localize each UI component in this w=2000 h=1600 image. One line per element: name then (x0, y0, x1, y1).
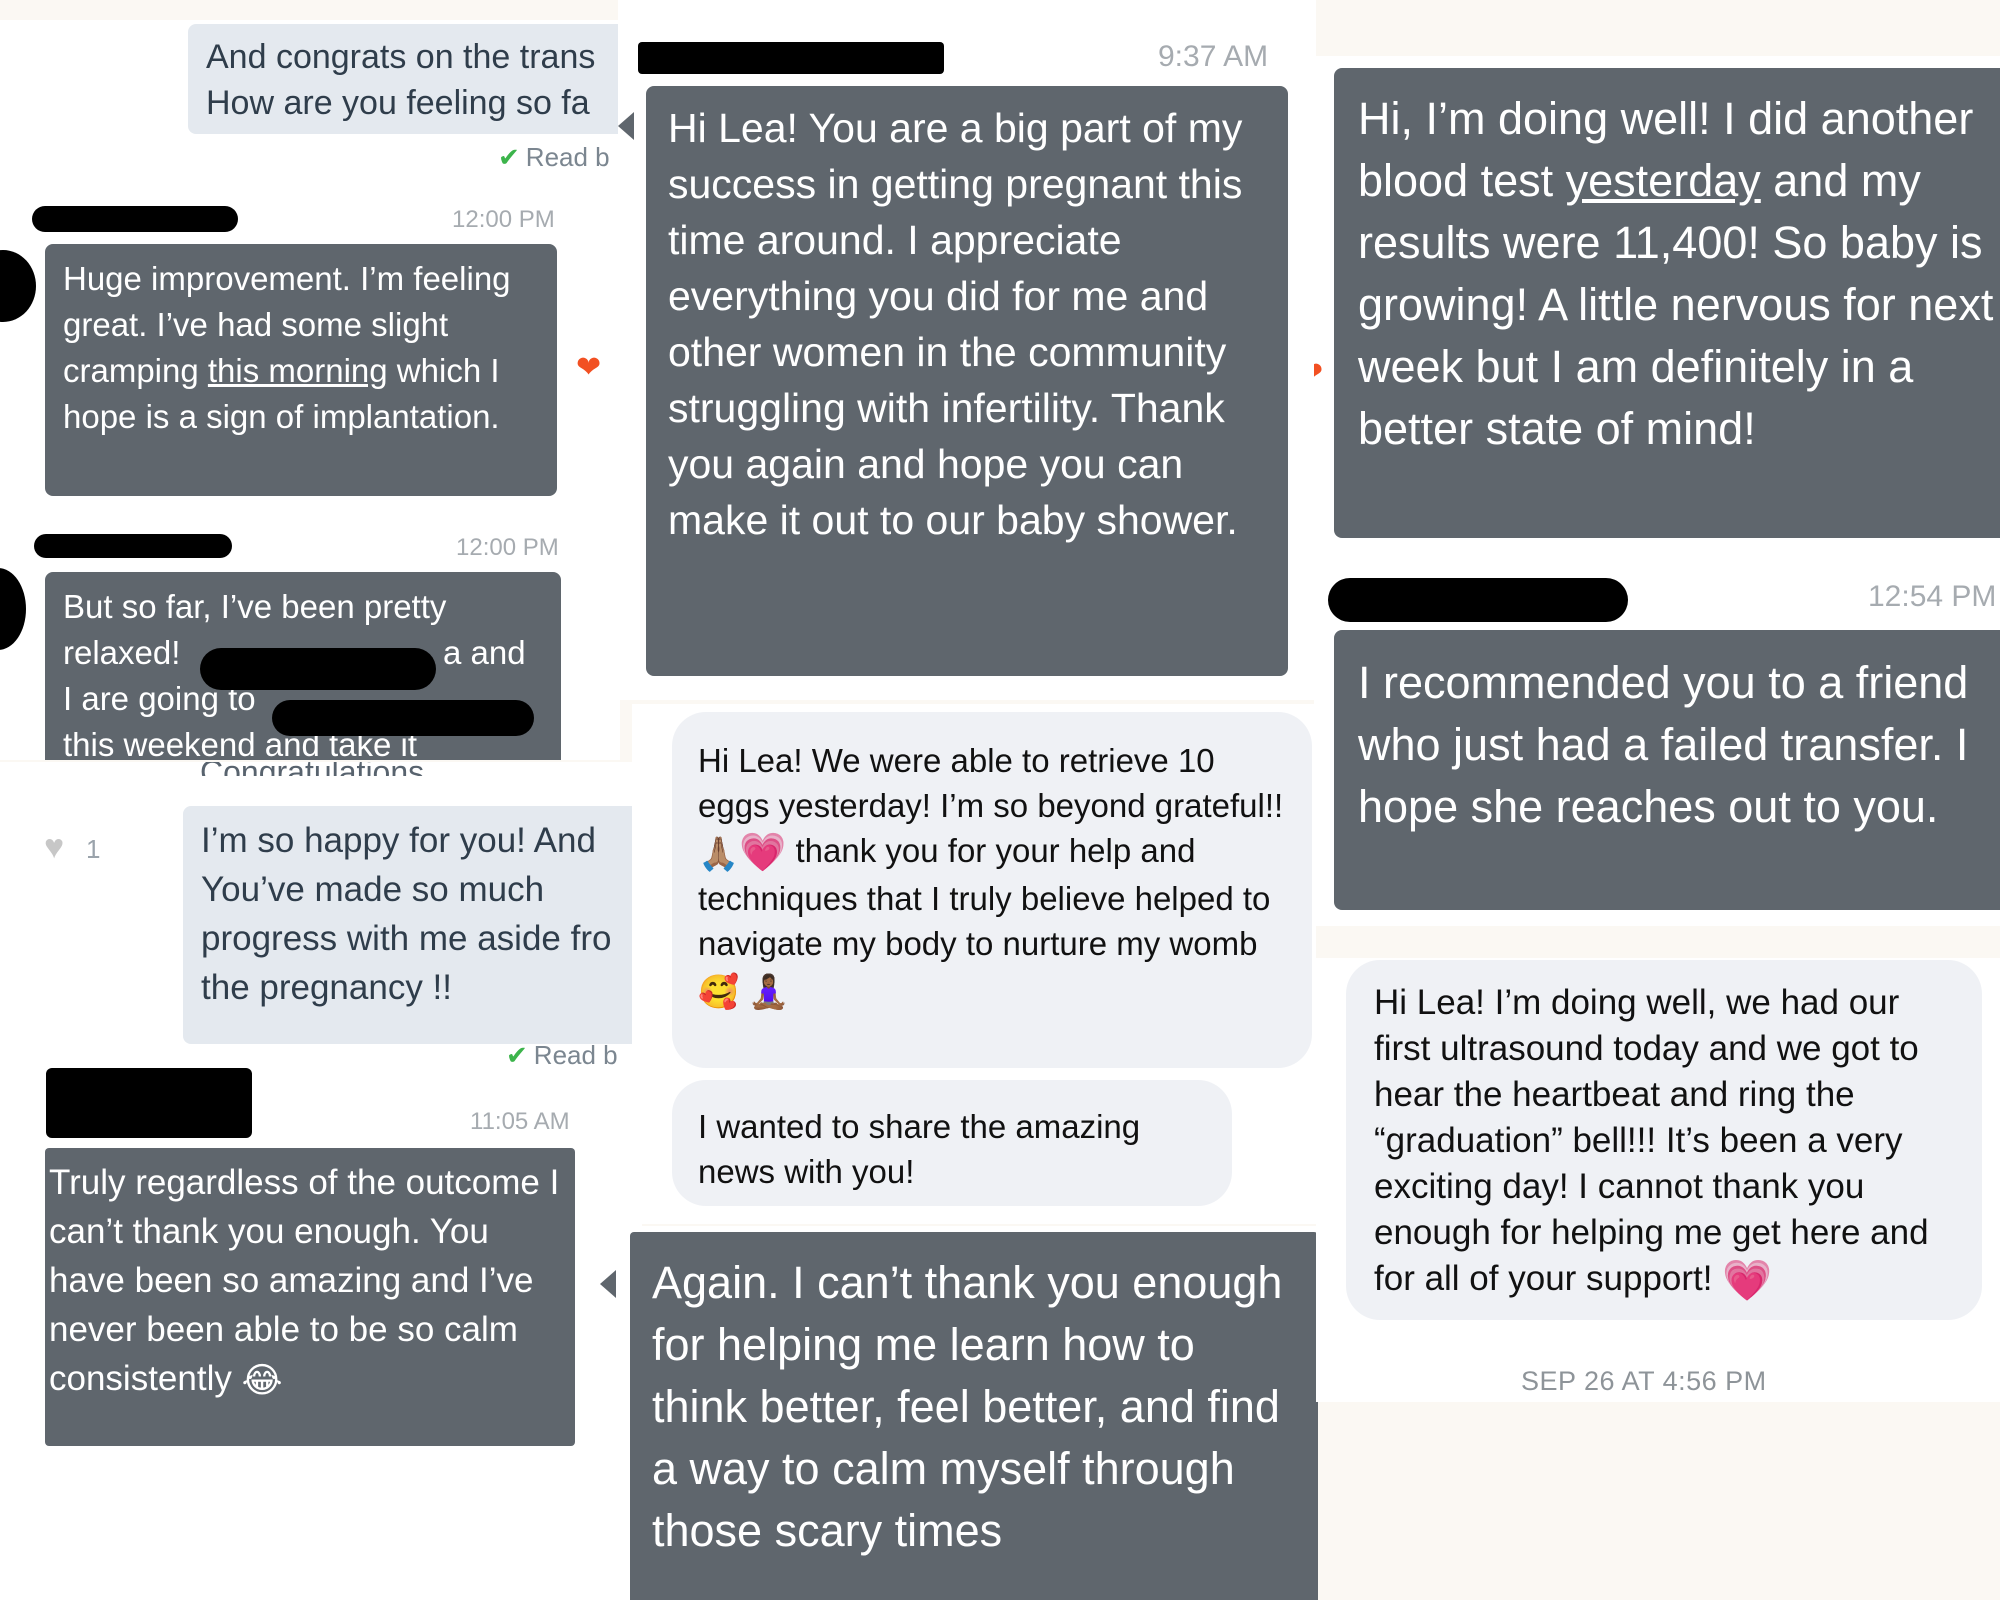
redacted-name (638, 42, 944, 74)
heart-icon[interactable]: ♥ (44, 828, 64, 867)
redacted-name (1328, 578, 1628, 622)
received-message-bubble[interactable]: Hi, I’m doing well! I did another blood … (1334, 68, 2000, 538)
screenshot-panel-5: Hi Lea! We were able to retrieve 10 eggs… (632, 704, 1316, 1224)
screenshot-panel-3: ❤ Hi, I’m doing well! I did another bloo… (1314, 56, 2000, 926)
screenshot-panel-6: Again. I can’t thank you enough for help… (596, 1226, 1318, 1600)
bubble-tail (600, 1270, 616, 1298)
message-timestamp: 12:00 PM (452, 206, 555, 233)
message-text: Again. I can’t thank you enough for help… (652, 1257, 1283, 1556)
sent-message-bubble[interactable]: And congrats on the trans How are you fe… (188, 24, 620, 134)
message-text: relaxed! (63, 634, 181, 671)
screenshot-panel-7: Hi Lea! I’m doing well, we had our first… (1316, 958, 2000, 1402)
message-text: I recommended you to a friend who just h… (1358, 657, 1969, 832)
message-timestamp: 12:00 PM (456, 534, 559, 561)
message-timestamp: 12:54 PM (1868, 580, 1997, 613)
avatar (0, 568, 26, 650)
praying-hands-emoji-icon: 🙏🏽 (698, 834, 740, 872)
redacted-name (46, 1068, 252, 1138)
heart-reaction-icon[interactable]: ❤ (576, 350, 601, 385)
message-date-stamp: SEP 26 AT 4:56 PM (1521, 1366, 1767, 1396)
bubble-tail (618, 112, 634, 140)
redacted-text (200, 648, 436, 690)
message-text-line: You’ve made so much (201, 870, 545, 909)
redacted-text (272, 700, 534, 736)
laughing-emoji-icon: 😂 (241, 1361, 283, 1401)
message-text-line: the pregnancy !! (201, 968, 452, 1007)
received-message-bubble[interactable]: Hi Lea! I’m doing well, we had our first… (1346, 960, 1982, 1320)
received-message-bubble[interactable]: I recommended you to a friend who just h… (1334, 630, 2000, 910)
screenshot-panel-2: 9:37 AM Hi Lea! You are a big part of my… (618, 0, 1316, 700)
message-text: a and (443, 634, 526, 671)
message-text-line: progress with me aside fro (201, 919, 612, 958)
message-text: Hi Lea! I’m doing well, we had our first… (1374, 983, 1929, 1298)
read-receipt: ✔ Read b (506, 1040, 618, 1071)
message-text-line: But so far, I’ve been pretty (63, 588, 447, 625)
message-text-line: I’m so happy for you! And (201, 821, 596, 860)
received-message-bubble[interactable]: Again. I can’t thank you enough for help… (630, 1232, 1318, 1600)
read-label: Read b (525, 142, 610, 172)
date-link[interactable]: yesterday (1566, 155, 1761, 206)
redacted-name (34, 534, 232, 558)
date-link[interactable]: this morning (208, 352, 388, 389)
redacted-name (32, 206, 238, 232)
message-text: I wanted to share the amazing news with … (698, 1108, 1141, 1190)
screenshot-panel-1: And congrats on the trans How are you fe… (0, 20, 620, 760)
received-message-bubble[interactable]: Hi Lea! You are a big part of my success… (646, 86, 1288, 676)
read-label: Read b (533, 1040, 618, 1070)
read-receipt: ✔ Read b (498, 142, 610, 173)
message-text: Hi Lea! We were able to retrieve 10 eggs… (698, 742, 1284, 824)
received-message-bubble[interactable]: Hi Lea! We were able to retrieve 10 eggs… (672, 712, 1312, 1068)
message-text: Hi Lea! You are a big part of my success… (668, 105, 1243, 543)
pink-heart-emoji-icon: 💗 (739, 831, 787, 874)
pink-heart-emoji-icon: 💗 (1722, 1257, 1773, 1303)
sent-message-bubble[interactable]: I’m so happy for you! And You’ve made so… (183, 806, 642, 1044)
smiling-hearts-emoji-icon: 🥰 (698, 972, 740, 1010)
received-message-bubble[interactable]: I wanted to share the amazing news with … (672, 1080, 1232, 1206)
message-text-line: And congrats on the trans (206, 38, 596, 76)
message-text-line: How are you feeling so fa (206, 84, 590, 122)
message-text: Truly regardless of the outcome I can’t … (49, 1163, 560, 1398)
heart-reaction-icon[interactable]: ❤ (1314, 356, 1323, 391)
cut-off-text: Congratulations ... (200, 762, 460, 776)
screenshot-panel-4: ♥ 1 I’m so happy for you! And You’ve mad… (0, 762, 642, 1600)
message-timestamp: 11:05 AM (470, 1108, 570, 1135)
received-message-bubble[interactable]: Huge improvement. I’m feeling great. I’v… (45, 244, 557, 496)
message-timestamp: 9:37 AM (1158, 40, 1269, 73)
like-count: 1 (86, 834, 101, 864)
received-message-bubble[interactable]: Truly regardless of the outcome I can’t … (45, 1148, 575, 1446)
avatar (0, 250, 36, 322)
checkmark-icon: ✔ (498, 142, 520, 172)
checkmark-icon: ✔ (506, 1040, 528, 1070)
yoga-emoji-icon: 🧘🏾‍♀️ (748, 972, 790, 1010)
